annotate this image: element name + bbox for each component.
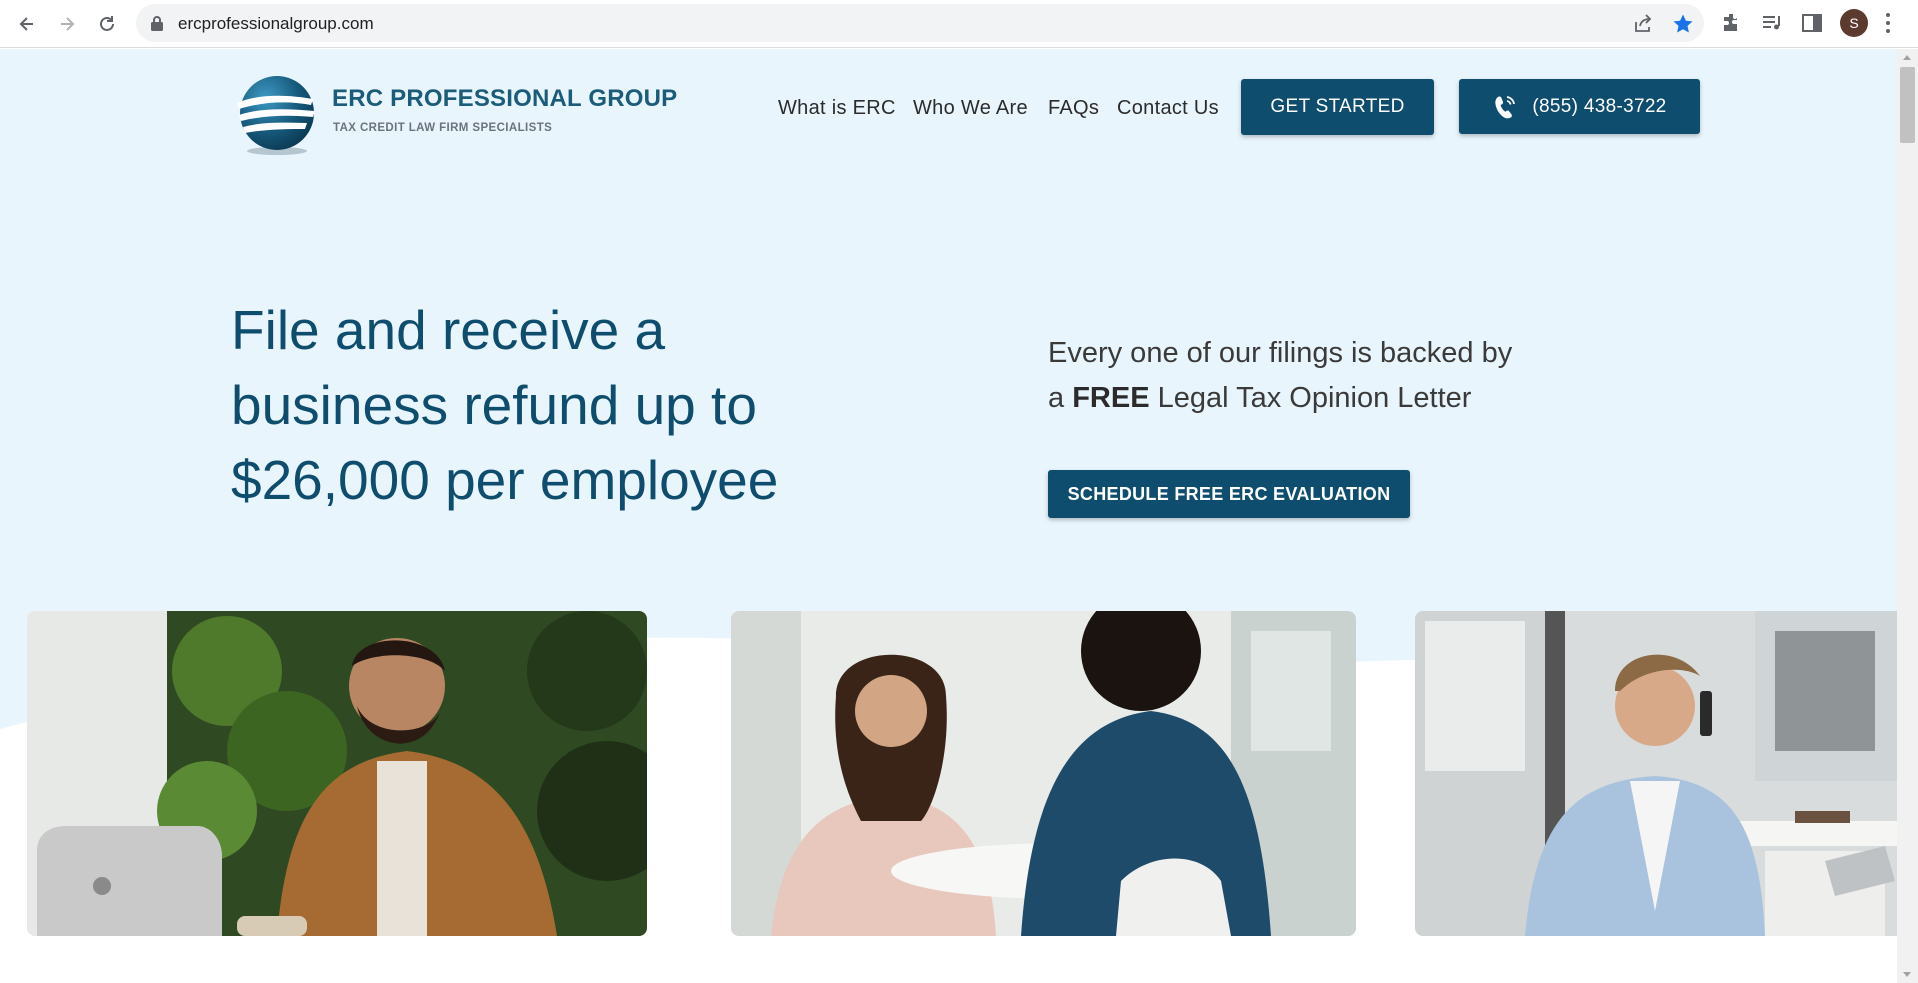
subtext-prefix: a (1048, 382, 1073, 414)
get-started-button[interactable]: GET STARTED (1241, 79, 1434, 135)
hero-line-3: $26,000 per employee (231, 449, 779, 511)
phone-icon (1495, 95, 1516, 118)
subtext-suffix: Legal Tax Opinion Letter (1149, 382, 1472, 414)
scroll-down-arrow-icon[interactable] (1903, 972, 1911, 977)
photo-man-phone-image (1415, 611, 1897, 936)
url-text: ercprofessionalgroup.com (178, 14, 374, 33)
hero-line-2: business refund up to (231, 374, 757, 436)
nav-contact-us[interactable]: Contact Us (1117, 97, 1219, 120)
phone-number: (855) 438-3722 (1532, 95, 1667, 117)
address-bar[interactable]: ercprofessionalgroup.com (136, 4, 1704, 42)
page-viewport: ERC PROFESSIONAL GROUP TAX CREDIT LAW FI… (0, 49, 1897, 983)
share-icon[interactable] (1632, 13, 1654, 35)
nav-what-is-erc[interactable]: What is ERC (778, 97, 896, 120)
scrollbar-thumb[interactable] (1900, 67, 1915, 143)
hero-line-1: File and receive a (231, 299, 666, 361)
photo-man-on-phone (1415, 611, 1897, 936)
schedule-evaluation-button[interactable]: SCHEDULE FREE ERC EVALUATION (1048, 470, 1410, 518)
get-started-label: GET STARTED (1270, 96, 1405, 117)
side-panel-icon[interactable] (1800, 11, 1824, 35)
hero-subtext: Every one of our filings is backed by a … (1048, 331, 1648, 421)
photo-meeting-at-table (731, 611, 1356, 936)
scroll-up-arrow-icon[interactable] (1903, 55, 1911, 60)
forward-button[interactable] (51, 8, 83, 40)
back-icon (19, 17, 33, 31)
back-button[interactable] (11, 8, 43, 40)
forward-icon (61, 17, 75, 31)
logo-title: ERC PROFESSIONAL GROUP (332, 85, 678, 112)
profile-avatar[interactable]: S (1840, 9, 1868, 37)
globe-logo-icon (237, 76, 315, 155)
page-scrollbar[interactable] (1897, 49, 1918, 983)
subtext-line-1: Every one of our filings is backed by (1048, 337, 1513, 369)
nav-who-we-are[interactable]: Who We Are (913, 97, 1028, 120)
lock-icon (151, 16, 163, 31)
media-queue-icon[interactable] (1760, 11, 1784, 35)
phone-button[interactable]: (855) 438-3722 (1459, 79, 1700, 134)
nav-faqs[interactable]: FAQs (1048, 97, 1099, 120)
photo-man-with-laptop (27, 611, 647, 936)
schedule-evaluation-label: SCHEDULE FREE ERC EVALUATION (1067, 483, 1391, 504)
browser-toolbar: ercprofessionalgroup.com S (0, 0, 1918, 48)
reload-icon (100, 16, 114, 31)
site-logo[interactable]: ERC PROFESSIONAL GROUP TAX CREDIT LAW FI… (235, 73, 677, 157)
bookmark-star-icon[interactable] (1672, 13, 1694, 35)
hero-headline: File and receive a business refund up to… (231, 293, 831, 518)
subtext-line-2: a FREE Legal Tax Opinion Letter (1048, 376, 1648, 421)
logo-subtitle: TAX CREDIT LAW FIRM SPECIALISTS (333, 122, 553, 134)
subtext-bold-free: FREE (1072, 382, 1150, 414)
extensions-icon[interactable] (1720, 11, 1744, 35)
photo-meeting-image (731, 611, 1356, 936)
reload-button[interactable] (91, 8, 123, 40)
photo-man-laptop-image (27, 611, 647, 936)
menu-icon[interactable] (1884, 12, 1892, 34)
